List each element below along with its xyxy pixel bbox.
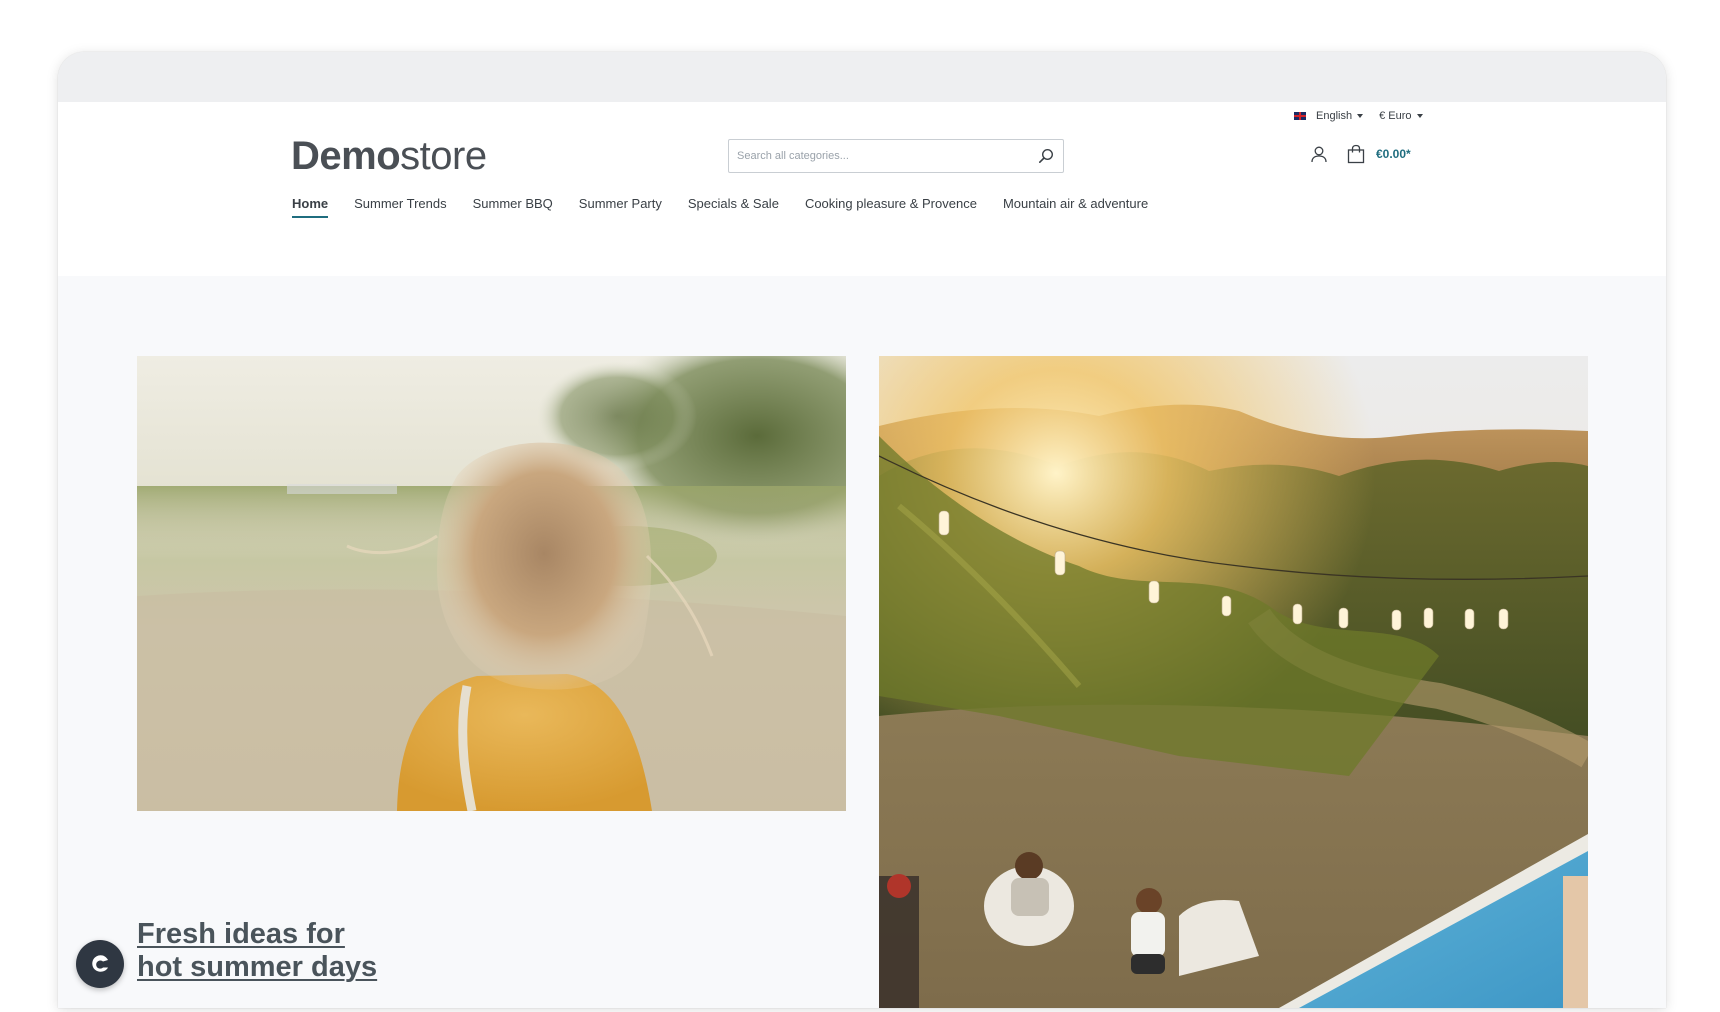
nav-item-mountain-adventure[interactable]: Mountain air & adventure: [1003, 196, 1148, 218]
hero-headline-link[interactable]: Fresh ideas for hot summer days: [137, 918, 377, 983]
browser-window: English € Euro Demostore Search all cate…: [58, 52, 1666, 1008]
browser-chrome-bar: [58, 52, 1666, 102]
hero-headline: Fresh ideas for hot summer days: [137, 918, 377, 984]
search-icon: [1038, 148, 1054, 163]
currency-dropdown[interactable]: € Euro: [1379, 110, 1423, 122]
site-header: English € Euro Demostore Search all cate…: [58, 102, 1666, 276]
main-navigation: Home Summer Trends Summer BBQ Summer Par…: [292, 196, 1148, 218]
chat-button[interactable]: [76, 940, 124, 988]
search-button[interactable]: [1029, 140, 1063, 172]
header-actions: €0.00*: [1310, 144, 1411, 164]
shopping-bag-icon: [1347, 144, 1365, 164]
chevron-down-icon: [1416, 114, 1423, 118]
cart-total: €0.00*: [1376, 147, 1411, 161]
language-dropdown[interactable]: English: [1294, 110, 1364, 122]
search-input[interactable]: [729, 140, 1029, 172]
store-logo[interactable]: Demostore: [291, 134, 487, 179]
headline-line-1: Fresh ideas for: [137, 918, 345, 950]
currency-label: € Euro: [1379, 110, 1412, 122]
cart-button[interactable]: €0.00*: [1346, 144, 1411, 164]
uk-flag-icon: [1294, 112, 1306, 120]
nav-item-summer-party[interactable]: Summer Party: [579, 196, 662, 218]
nav-item-summer-trends[interactable]: Summer Trends: [354, 196, 446, 218]
chat-icon: [92, 955, 108, 972]
girl-in-field-image: [137, 356, 846, 811]
nav-item-cooking-provence[interactable]: Cooking pleasure & Provence: [805, 196, 977, 218]
search-box: [728, 139, 1064, 173]
nav-item-home[interactable]: Home: [292, 196, 329, 218]
chevron-down-icon: [1357, 114, 1364, 118]
nav-item-specials-sale[interactable]: Specials & Sale: [688, 196, 779, 218]
nav-item-summer-bbq[interactable]: Summer BBQ: [473, 196, 553, 218]
user-icon: [1311, 146, 1327, 163]
logo-bold-text: Demo: [291, 134, 401, 178]
main-content: Fresh ideas for hot summer days: [58, 276, 1666, 1008]
headline-line-2: hot summer days: [137, 951, 378, 983]
logo-light-text: store: [400, 134, 487, 178]
top-bar: English € Euro: [1294, 110, 1423, 122]
account-button[interactable]: [1310, 145, 1328, 163]
pool-party-image: [879, 356, 1588, 1008]
language-label: English: [1316, 110, 1353, 122]
